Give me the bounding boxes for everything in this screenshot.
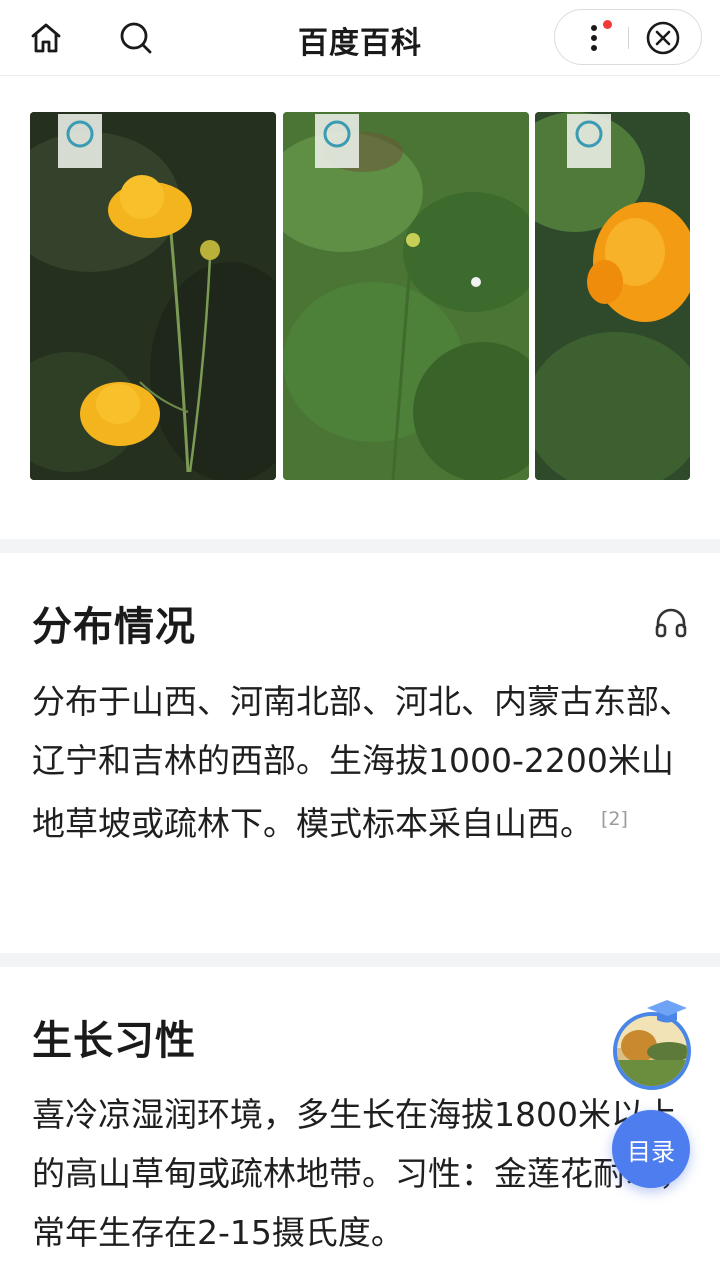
section-title-growth-habit: 生长习性 — [32, 1018, 196, 1064]
more-icon[interactable] — [581, 20, 612, 54]
section-body-distribution: 分布于山西、河南北部、河北、内蒙古东部、辽宁和吉林的西部。生海拔1000-220… — [32, 672, 692, 853]
notification-dot — [603, 20, 612, 29]
headphone-icon[interactable] — [654, 606, 688, 640]
globeflower-photo-3[interactable] — [535, 112, 690, 480]
section-separator — [0, 539, 720, 553]
mini-program-capsule — [554, 9, 702, 65]
graduation-cap-icon — [645, 998, 689, 1026]
distribution-text: 分布于山西、河南北部、河北、内蒙古东部、辽宁和吉林的西部。生海拔1000-220… — [32, 682, 692, 843]
capsule-divider — [628, 27, 629, 49]
table-of-contents-button[interactable]: 目录 — [612, 1110, 690, 1188]
image-gallery[interactable] — [0, 112, 720, 482]
reference-link[interactable]: [2] — [601, 808, 628, 830]
globeflower-photo-1[interactable] — [30, 112, 276, 480]
section-body-growth-habit: 喜冷凉湿润环境，多生长在海拔1800米以上的高山草甸或疏林地带。习性：金莲花耐寒… — [32, 1095, 692, 1252]
top-bar: 百度百科 — [0, 0, 720, 76]
globeflower-photo-2[interactable] — [283, 112, 529, 480]
close-icon[interactable] — [645, 20, 681, 56]
section-title-distribution: 分布情况 — [32, 604, 196, 650]
section-separator — [0, 953, 720, 967]
